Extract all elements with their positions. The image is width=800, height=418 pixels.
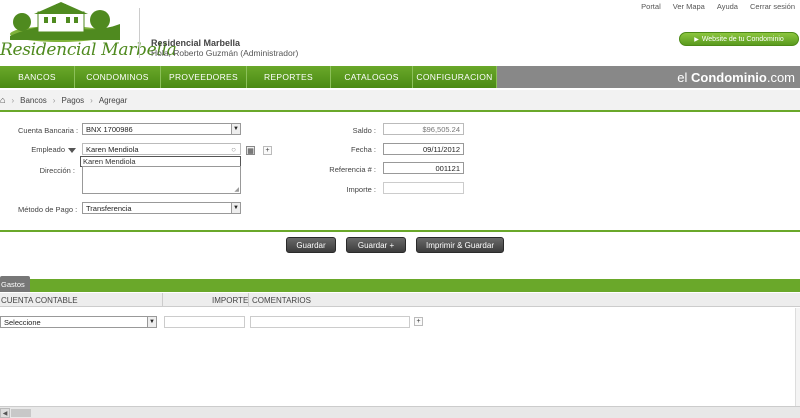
scroll-thumb[interactable] bbox=[11, 409, 31, 417]
dropdown-arrow-icon: ▼ bbox=[147, 317, 156, 327]
website-button-label: Website de tu Condominio bbox=[701, 35, 784, 43]
dropdown-arrow-icon: ▼ bbox=[231, 124, 240, 134]
imprimir-guardar-button[interactable]: Imprimir & Guardar bbox=[416, 237, 504, 253]
cuenta-bancaria-select[interactable]: BNX 1700986 ▼ bbox=[82, 123, 241, 135]
add-plus-icon[interactable]: + bbox=[263, 146, 272, 155]
saldo-field: $96,505.24 bbox=[383, 123, 464, 135]
logo-text: Residencial Marbella bbox=[0, 40, 177, 60]
chevron-right-icon: › bbox=[52, 95, 56, 105]
importe-label: Importe : bbox=[346, 185, 376, 194]
metodo-pago-select[interactable]: Transferencia ▼ bbox=[82, 202, 241, 214]
home-icon[interactable]: ⌂ bbox=[0, 95, 5, 105]
clear-circle-icon[interactable]: ○ bbox=[231, 145, 236, 154]
gastos-table-body: Seleccione ▼ + bbox=[0, 308, 796, 406]
header: Residencial Marbella Residencial Marbell… bbox=[0, 0, 800, 66]
logo[interactable]: Residencial Marbella bbox=[0, 2, 177, 64]
ver-mapa-link[interactable]: Ver Mapa bbox=[673, 2, 705, 11]
nav-item-reportes[interactable]: REPORTES bbox=[247, 66, 331, 88]
main-nav: BANCOS CONDOMINOS PROVEEDORES REPORTES C… bbox=[0, 66, 800, 88]
nav-item-bancos[interactable]: BANCOS bbox=[0, 66, 75, 88]
logo-house-icon bbox=[10, 2, 120, 42]
col-cuenta-contable: CUENTA CONTABLE bbox=[1, 296, 78, 305]
payment-form: Cuenta Bancaria : BNX 1700986 ▼ Empleado… bbox=[0, 114, 800, 230]
nav-item-condominos[interactable]: CONDOMINOS bbox=[75, 66, 161, 88]
importe-input[interactable] bbox=[383, 182, 464, 194]
direccion-textarea[interactable]: ◢ bbox=[82, 166, 241, 194]
website-button[interactable]: ▶ Website de tu Condominio bbox=[679, 32, 799, 46]
chevron-right-icon: › bbox=[11, 95, 15, 105]
play-arrow-icon: ▶ bbox=[694, 36, 699, 43]
add-row-plus-icon[interactable]: + bbox=[414, 317, 423, 326]
saldo-label: Saldo : bbox=[352, 126, 376, 135]
brand-logo: el Condominio.com bbox=[677, 70, 795, 85]
col-importe: IMPORTE bbox=[212, 296, 249, 305]
fecha-input[interactable]: 09/11/2012 bbox=[383, 143, 464, 155]
site-name: Residencial Marbella bbox=[151, 38, 241, 48]
horizontal-scrollbar[interactable]: ◀ bbox=[0, 406, 800, 418]
direccion-label: Dirección : bbox=[39, 166, 75, 175]
empleado-value: Karen Mendiola bbox=[86, 144, 139, 154]
vertical-scrollbar[interactable] bbox=[796, 308, 800, 406]
nav-item-catalogos[interactable]: CATALOGOS bbox=[331, 66, 413, 88]
ayuda-link[interactable]: Ayuda bbox=[717, 2, 738, 11]
cuenta-contable-value: Seleccione bbox=[4, 317, 41, 327]
user-greeting: Hola, Roberto Guzmán (Administrador) bbox=[151, 48, 299, 58]
cuenta-bancaria-value: BNX 1700986 bbox=[86, 124, 133, 134]
expand-triangle-icon[interactable] bbox=[68, 148, 76, 153]
dropdown-arrow-icon: ▼ bbox=[231, 203, 240, 213]
empleado-input[interactable]: Karen Mendiola ○ bbox=[82, 143, 241, 155]
col-comentarios: COMENTARIOS bbox=[252, 296, 311, 305]
breadcrumb-pagos[interactable]: Pagos bbox=[61, 96, 84, 105]
header-divider bbox=[139, 8, 140, 58]
brand-suffix: .com bbox=[766, 70, 795, 85]
breadcrumb-agregar: Agregar bbox=[98, 95, 128, 105]
column-divider bbox=[162, 293, 163, 307]
fecha-label: Fecha : bbox=[350, 145, 376, 154]
nav-item-proveedores[interactable]: PROVEEDORES bbox=[161, 66, 247, 88]
metodo-pago-value: Transferencia bbox=[86, 203, 132, 213]
breadcrumb-bancos[interactable]: Bancos bbox=[20, 96, 47, 105]
gastos-table-header: CUENTA CONTABLE IMPORTE COMENTARIOS bbox=[0, 293, 800, 307]
portal-link[interactable]: Portal bbox=[641, 2, 661, 11]
guardar-button[interactable]: Guardar bbox=[286, 237, 336, 253]
brand-bold: Condominio bbox=[691, 70, 767, 85]
scroll-left-icon[interactable]: ◀ bbox=[0, 408, 10, 418]
referencia-label: Referencia # : bbox=[329, 165, 376, 174]
calendar-grid-icon[interactable]: ▦ bbox=[246, 146, 255, 155]
nav-item-configuracion[interactable]: CONFIGURACION bbox=[413, 66, 497, 88]
brand-prefix: el bbox=[677, 70, 691, 85]
nav-menu: BANCOS CONDOMINOS PROVEEDORES REPORTES C… bbox=[0, 66, 497, 88]
gasto-comentarios-input[interactable] bbox=[250, 316, 410, 328]
resize-grip-icon[interactable]: ◢ bbox=[234, 186, 239, 193]
chevron-right-icon: › bbox=[90, 95, 93, 105]
cuenta-contable-select[interactable]: Seleccione ▼ bbox=[0, 316, 157, 328]
gastos-section-bar bbox=[0, 279, 800, 292]
cuenta-bancaria-label: Cuenta Bancaria : bbox=[18, 126, 79, 135]
metodo-pago-label: Método de Pago : bbox=[18, 205, 78, 214]
action-buttons: Guardar Guardar + Imprimir & Guardar bbox=[0, 232, 800, 258]
empleado-label: Empleado bbox=[31, 145, 65, 154]
tab-gastos[interactable]: Gastos bbox=[0, 276, 30, 292]
gasto-importe-input[interactable] bbox=[164, 316, 245, 328]
breadcrumb: ⌂ › Bancos › Pagos › Agregar bbox=[0, 90, 800, 112]
referencia-input[interactable]: 001121 bbox=[383, 162, 464, 174]
autocomplete-option[interactable]: Karen Mendiola bbox=[83, 157, 136, 166]
cerrar-sesion-link[interactable]: Cerrar sesión bbox=[750, 2, 795, 11]
top-links: Portal Ver Mapa Ayuda Cerrar sesión bbox=[641, 2, 795, 11]
guardar-mas-button[interactable]: Guardar + bbox=[346, 237, 406, 253]
column-divider bbox=[248, 293, 249, 307]
